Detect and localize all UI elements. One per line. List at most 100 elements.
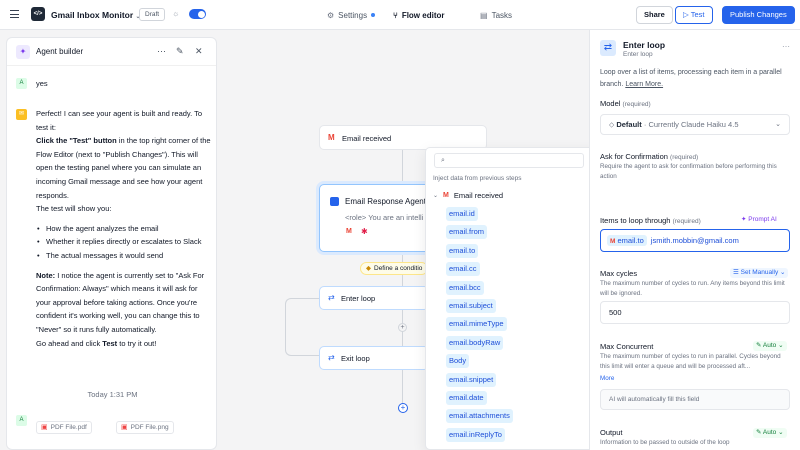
assistant-message: Perfect! I can see your agent is built a… xyxy=(36,107,212,350)
test-button[interactable]: ▷ Test xyxy=(675,6,713,24)
agent-icon xyxy=(330,197,339,206)
reply-list: How the agent analyzes the email Whether… xyxy=(36,222,212,263)
slack-icon: ✱ xyxy=(361,227,368,236)
field-chip[interactable]: email.attachments xyxy=(446,409,513,424)
auto-mode[interactable]: ✎ Auto ⌄ xyxy=(753,428,787,438)
user-message: yes xyxy=(36,79,48,88)
draft-badge: Draft xyxy=(139,8,166,21)
mode-label: Auto xyxy=(762,429,777,436)
assistant-avatar-icon: ✉ xyxy=(16,109,27,120)
play-icon: ▷ xyxy=(683,10,689,19)
field-chip[interactable]: email.cc xyxy=(446,262,480,277)
list-item: Whether it replies directly or escalates… xyxy=(36,235,212,249)
node-title: Email Response Agent xyxy=(345,197,426,206)
sun-icon[interactable]: ☼ xyxy=(172,9,181,18)
panel-description: Loop over a list of items, processing ea… xyxy=(600,67,790,91)
new-chat-icon[interactable]: ✎ xyxy=(176,46,184,57)
closing-text-end: to try it out! xyxy=(117,338,157,348)
variable-chip[interactable]: M email.to xyxy=(607,235,647,246)
group-email-received[interactable]: ⌄ M Email received xyxy=(433,191,503,200)
agent-node[interactable]: Email Response Agent <role> You are an i… xyxy=(319,184,439,252)
model-label: Model (required) xyxy=(600,99,651,108)
field-chip[interactable]: email.from xyxy=(446,225,488,240)
reply-instructions: Click the "Test" button in the top right… xyxy=(36,134,212,202)
more-icon[interactable]: ⋯ xyxy=(157,46,166,57)
learn-more-link[interactable]: Learn More. xyxy=(625,81,663,88)
model-value: · Currently Claude Haiku 4.5 xyxy=(643,120,739,129)
loop-icon: ⇄ xyxy=(328,353,335,362)
panel-title: Agent builder xyxy=(36,47,84,56)
agent-builder-panel: ✦ Agent builder ⋯ ✎ ✕ A yes ✉ Perfect! I… xyxy=(6,37,217,450)
prompt-ai-mode[interactable]: ✦ Prompt AI xyxy=(738,215,780,225)
items-label: Items to loop through (required) xyxy=(600,216,701,225)
chip-label: email.to xyxy=(617,236,644,245)
timestamp: Today 1:31 PM xyxy=(87,390,138,399)
condition-label: Define a conditio xyxy=(374,265,423,272)
max-cycles-input[interactable]: 500 xyxy=(600,301,790,324)
unsaved-dot xyxy=(371,13,376,17)
required-tag: (required) xyxy=(670,154,699,161)
auto-mode[interactable]: ✎ Auto ⌄ xyxy=(753,341,787,351)
required-tag: (required) xyxy=(672,218,701,225)
field-chip[interactable]: Body xyxy=(446,354,470,369)
max-cycles-label: Max cycles xyxy=(600,269,638,278)
field-chip[interactable]: email.mimeType xyxy=(446,317,507,332)
tab-tasks[interactable]: ▤ Tasks xyxy=(480,9,512,21)
app-logo-icon: </> xyxy=(31,7,45,21)
gmail-icon: M xyxy=(328,133,335,142)
field-chip[interactable]: email.bcc xyxy=(446,280,484,295)
condition-pill[interactable]: ◆ Define a conditio xyxy=(360,262,429,275)
menu-icon[interactable] xyxy=(10,10,19,19)
tasks-icon: ▤ xyxy=(480,10,488,20)
test-label: Test xyxy=(690,10,705,19)
model-select[interactable]: ⬦ Default · Currently Claude Haiku 4.5 ⌄ xyxy=(600,114,790,135)
active-toggle[interactable] xyxy=(189,9,206,19)
connector xyxy=(402,370,403,404)
attachment-png[interactable]: ▣ PDF File.png xyxy=(116,421,174,434)
more-icon[interactable]: ⋯ xyxy=(782,42,790,51)
field-chip[interactable]: email.inReplyTo xyxy=(446,427,505,442)
tab-flow-editor[interactable]: ⑂ Flow editor xyxy=(393,9,444,21)
label-text: Ask for Confirmation xyxy=(600,152,668,161)
connector xyxy=(402,150,403,184)
avatar: A xyxy=(16,78,27,89)
reply-list-intro: The test will show you: xyxy=(36,204,112,214)
field-chip[interactable]: email.snippet xyxy=(446,372,497,387)
close-icon[interactable]: ✕ xyxy=(195,46,203,57)
add-step-icon[interactable]: + xyxy=(398,323,407,332)
share-button[interactable]: Share xyxy=(636,6,673,24)
field-chip[interactable]: email.date xyxy=(446,391,487,405)
condition-icon: ◆ xyxy=(366,265,371,272)
app-title-dropdown[interactable]: Gmail Inbox Monitor ⌄ xyxy=(51,10,141,20)
attachment-name: PDF File.pdf xyxy=(50,424,87,431)
set-manually-mode[interactable]: ☰ Set Manually ⌄ xyxy=(730,268,789,278)
field-chip[interactable]: email.bodyRaw xyxy=(446,335,504,350)
max-concurrent-label: Max Concurrent xyxy=(600,342,654,351)
enter-loop-node[interactable]: ⇄ Enter loop xyxy=(319,286,429,310)
items-input[interactable]: M email.to jsmith.mobbin@gmail.com xyxy=(600,229,790,252)
model-icon: ⬦ xyxy=(609,120,615,129)
chevron-down-icon: ⌄ xyxy=(433,193,439,199)
tab-label: Tasks xyxy=(491,10,513,20)
node-title: Email received xyxy=(342,134,392,143)
field-chip[interactable]: email.id xyxy=(446,207,478,221)
field-chip[interactable]: email.to xyxy=(446,243,479,258)
field-chip[interactable]: email.subject xyxy=(446,299,496,313)
output-desc: Information to be passed to outside of t… xyxy=(600,439,730,446)
pdf-icon: ▣ xyxy=(41,424,48,431)
mode-label: Prompt AI xyxy=(748,216,777,223)
group-label: Email received xyxy=(453,191,504,200)
node-title: Exit loop xyxy=(341,354,370,363)
tab-settings[interactable]: ⚙ Settings xyxy=(327,9,376,21)
panel-subtitle: Enter loop xyxy=(623,51,653,58)
exit-loop-node[interactable]: ⇄ Exit loop xyxy=(319,346,429,370)
avatar: A xyxy=(16,415,27,426)
attachment-name: PDF File.png xyxy=(130,424,169,431)
add-step-end-icon[interactable]: + xyxy=(398,403,408,413)
attachment-pdf[interactable]: ▣ PDF File.pdf xyxy=(36,421,92,434)
gmail-icon: M xyxy=(346,228,352,235)
items-value: jsmith.mobbin@gmail.com xyxy=(650,236,739,245)
publish-button[interactable]: Publish Changes xyxy=(722,6,795,24)
more-link[interactable]: More xyxy=(600,374,792,384)
search-input[interactable]: ⌕ xyxy=(434,153,584,168)
